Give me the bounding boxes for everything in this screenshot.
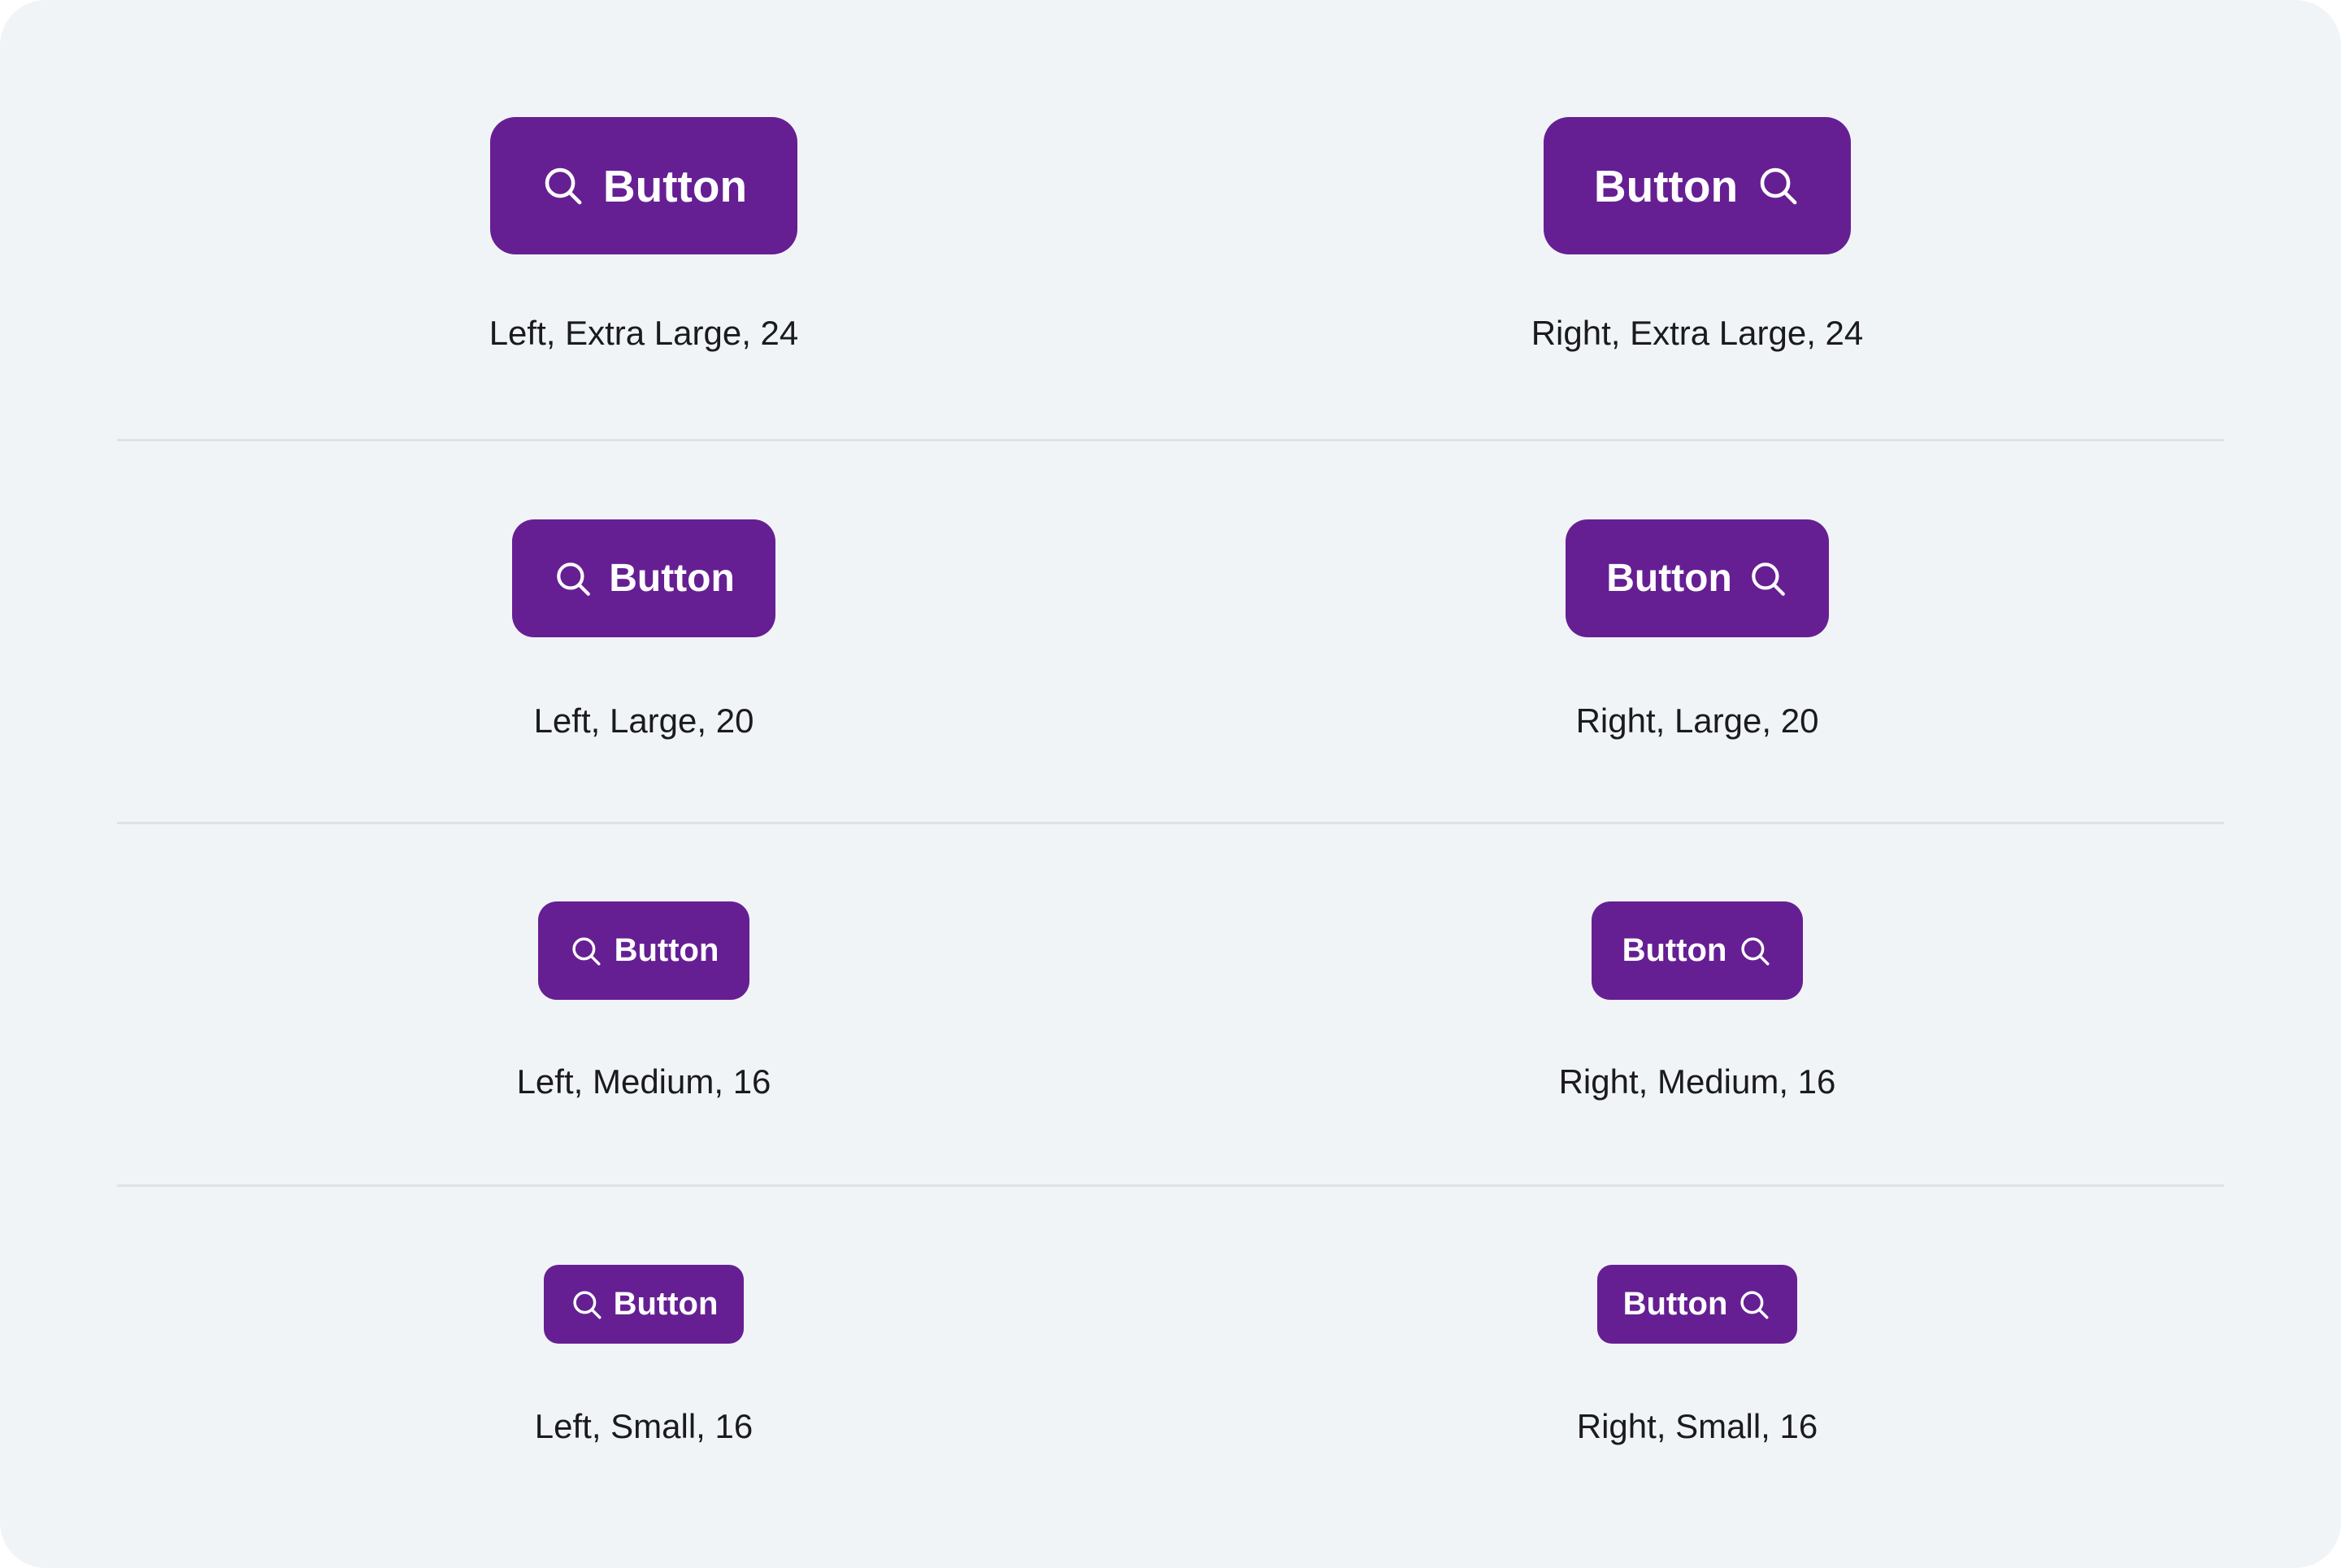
button-label: Button — [613, 1286, 719, 1322]
cell-right-extra-large: Button Right, Extra Large, 24 — [1170, 117, 2224, 353]
search-icon — [572, 1290, 602, 1318]
button-label: Button — [602, 160, 748, 211]
search-icon — [1752, 562, 1785, 596]
button-label: Button — [614, 932, 719, 968]
cell-right-medium: Button Right, Medium, 16 — [1170, 901, 2224, 1101]
search-icon — [1740, 1290, 1769, 1318]
search-icon — [571, 936, 601, 965]
button-label: Button — [1622, 1286, 1728, 1322]
showcase-canvas: Button Left, Extra Large, 24 Button Righ… — [0, 0, 2341, 1568]
search-button-icon-left-large[interactable]: Button — [512, 519, 775, 637]
search-button-icon-right-large[interactable]: Button — [1566, 519, 1829, 637]
variant-caption: Right, Medium, 16 — [1558, 1062, 1836, 1101]
search-button-icon-left-extra-large[interactable]: Button — [489, 117, 798, 254]
button-label: Button — [1593, 160, 1739, 211]
search-button-icon-left-small[interactable]: Button — [543, 1265, 745, 1344]
cell-left-small: Button Left, Small, 16 — [117, 1265, 1170, 1446]
button-label: Button — [1606, 557, 1732, 600]
search-button-icon-right-extra-large[interactable]: Button — [1543, 117, 1852, 254]
variant-caption: Left, Extra Large, 24 — [489, 314, 799, 352]
search-icon — [1760, 167, 1797, 205]
search-icon — [1741, 936, 1770, 965]
cell-right-small: Button Right, Small, 16 — [1170, 1265, 2224, 1446]
variant-caption: Right, Small, 16 — [1576, 1407, 1818, 1445]
cell-left-extra-large: Button Left, Extra Large, 24 — [117, 117, 1170, 353]
search-icon — [557, 562, 591, 596]
search-icon — [545, 167, 582, 205]
cell-left-large: Button Left, Large, 20 — [117, 519, 1170, 741]
variant-caption: Right, Extra Large, 24 — [1531, 314, 1864, 352]
search-button-icon-left-medium[interactable]: Button — [537, 901, 750, 1000]
search-button-icon-right-small[interactable]: Button — [1596, 1265, 1798, 1344]
variant-caption: Left, Medium, 16 — [516, 1062, 771, 1101]
variant-caption: Right, Large, 20 — [1575, 701, 1819, 740]
row-divider — [117, 822, 2224, 824]
row-divider — [117, 439, 2224, 441]
button-label: Button — [1622, 932, 1727, 968]
search-button-icon-right-medium[interactable]: Button — [1591, 901, 1804, 1000]
button-label: Button — [609, 557, 735, 600]
cell-right-large: Button Right, Large, 20 — [1170, 519, 2224, 741]
row-divider — [117, 1184, 2224, 1187]
variant-caption: Left, Small, 16 — [534, 1407, 754, 1445]
cell-left-medium: Button Left, Medium, 16 — [117, 901, 1170, 1101]
variant-caption: Left, Large, 20 — [533, 701, 754, 740]
